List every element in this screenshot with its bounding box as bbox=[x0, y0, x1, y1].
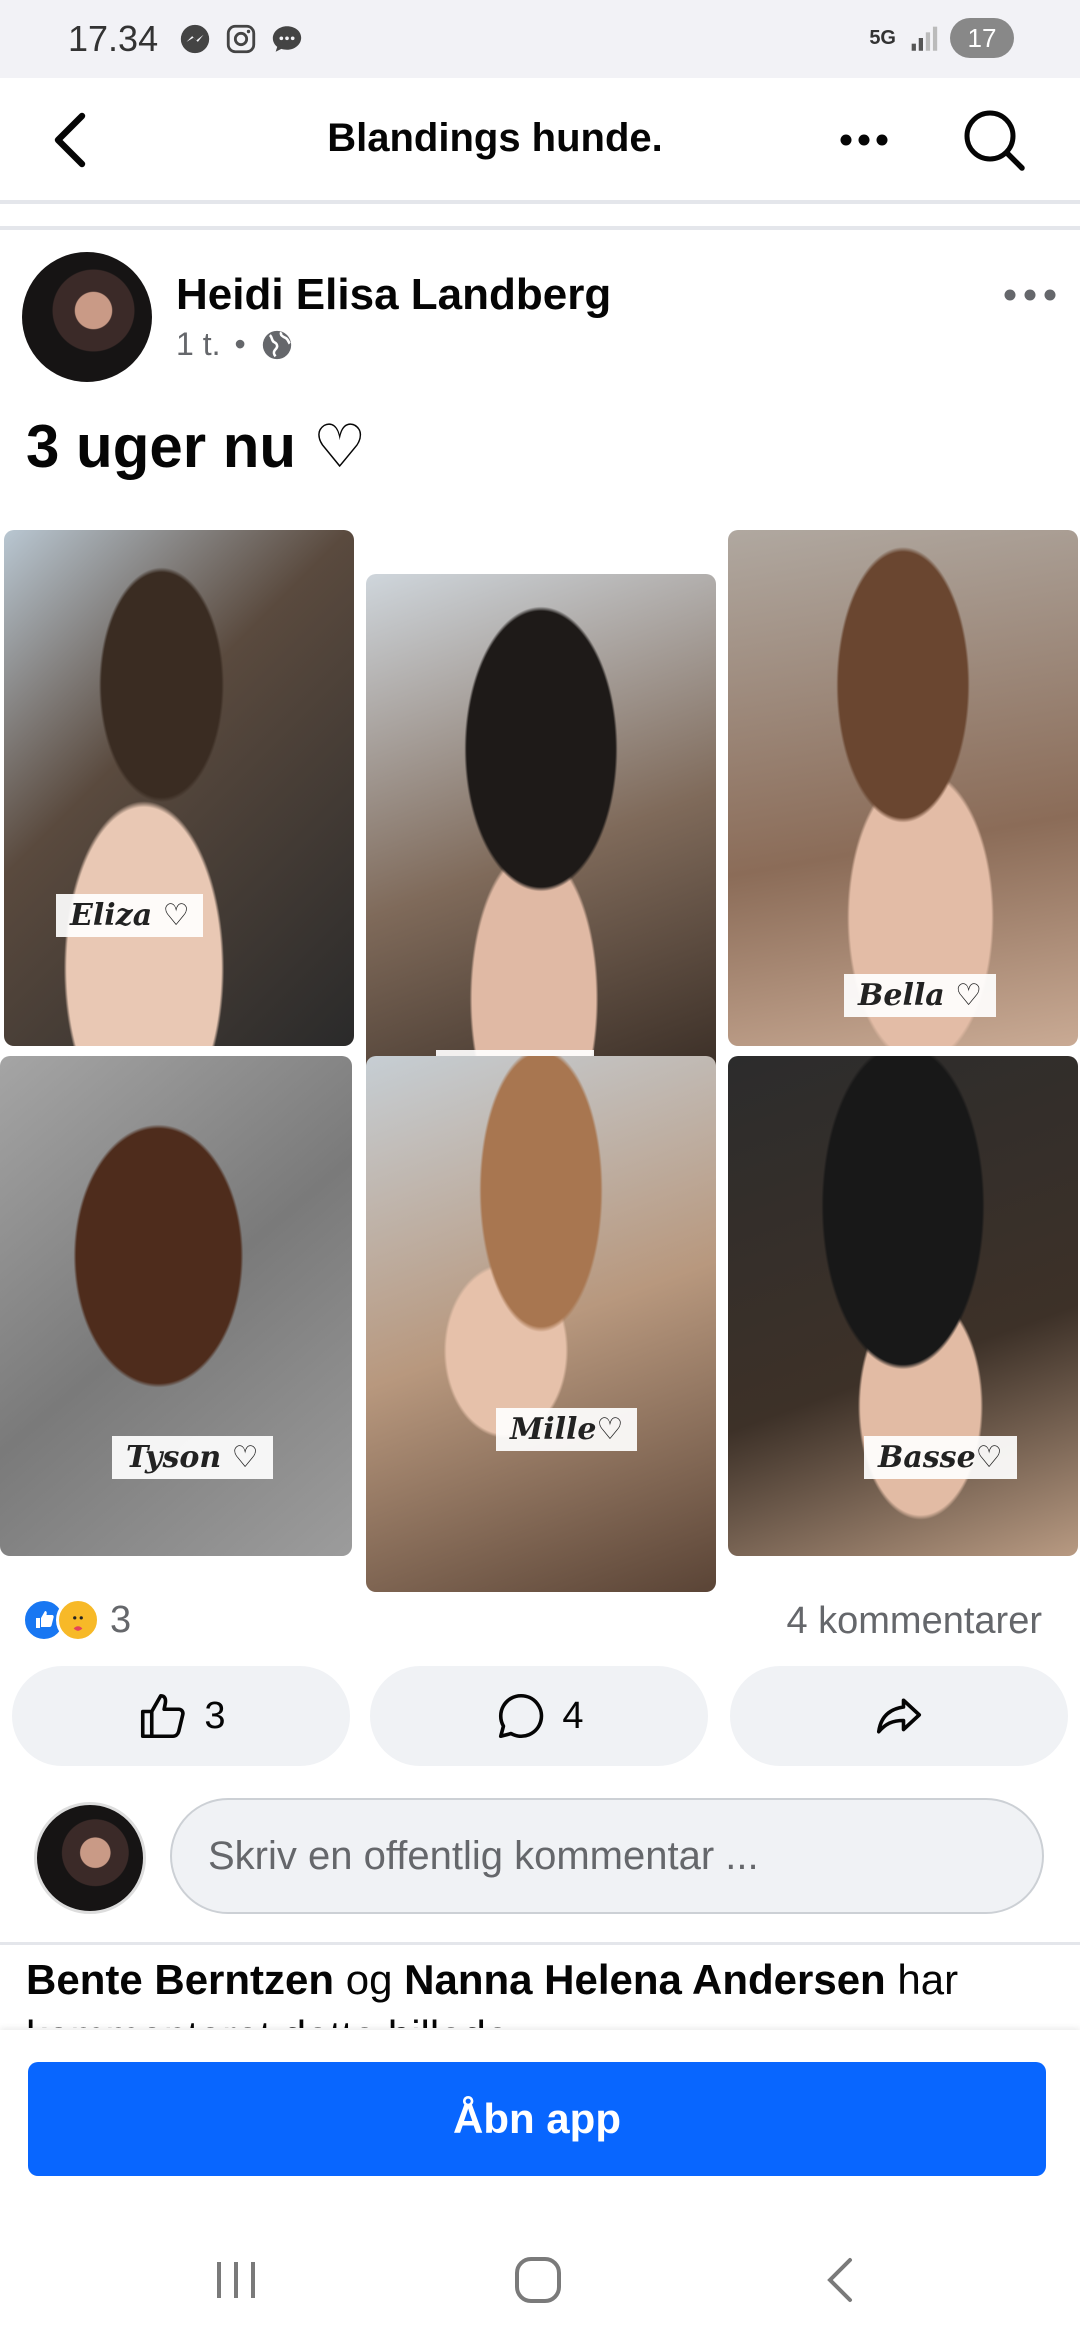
photo-label: Basse♡ bbox=[864, 1436, 1017, 1479]
post-text: 3 uger nu ♡ bbox=[26, 413, 367, 480]
more-dots-icon bbox=[840, 134, 888, 146]
like-count: 3 bbox=[204, 1694, 226, 1737]
system-nav-bar bbox=[0, 2220, 1080, 2340]
battery-indicator: 17 bbox=[950, 18, 1014, 58]
puppy-photo[interactable]: Tyson ♡ bbox=[0, 1056, 352, 1556]
more-options-button[interactable] bbox=[832, 118, 896, 162]
photo-label: Eliza ♡ bbox=[56, 894, 204, 937]
messages-icon bbox=[272, 26, 302, 52]
reactions-summary[interactable]: 3 bbox=[22, 1598, 131, 1642]
status-time: 17.34 bbox=[68, 18, 159, 59]
commenters-joiner: og bbox=[345, 1956, 393, 2003]
search-button[interactable] bbox=[958, 104, 1030, 176]
comments-count[interactable]: 4 kommentarer bbox=[786, 1600, 1042, 1643]
post-meta: 1 t. • bbox=[176, 326, 294, 363]
thumbs-up-icon bbox=[141, 1693, 186, 1739]
puppy-photo[interactable]: Bella ♡ bbox=[728, 530, 1078, 1046]
status-right: 5G 17 bbox=[869, 18, 1014, 58]
meta-separator: • bbox=[234, 326, 246, 362]
photo-grid[interactable]: Eliza ♡ Aslan ♡ Bella ♡ Tyson ♡ Mille♡ B… bbox=[0, 530, 1080, 1592]
back-arrow-icon bbox=[827, 2258, 852, 2302]
photo-label: Bella ♡ bbox=[844, 974, 997, 1017]
instagram-icon bbox=[226, 24, 256, 54]
puppy-photo[interactable]: Aslan ♡ bbox=[366, 574, 716, 1074]
author-avatar[interactable] bbox=[22, 252, 152, 382]
commenters-summary[interactable]: Bente Berntzen og Nanna Helena Andersen … bbox=[26, 1952, 1066, 2028]
commenter-name[interactable]: Bente Berntzen bbox=[26, 1956, 334, 2003]
puppy-photo[interactable]: Eliza ♡ bbox=[4, 530, 354, 1046]
divider bbox=[0, 1942, 1080, 1945]
system-back-button[interactable] bbox=[808, 2248, 872, 2312]
puppy-photo[interactable]: Basse♡ bbox=[728, 1056, 1078, 1556]
globe-icon bbox=[262, 330, 291, 359]
recent-apps-button[interactable] bbox=[204, 2248, 268, 2312]
search-icon bbox=[964, 110, 1025, 171]
home-icon bbox=[515, 2257, 561, 2303]
comment-bubble-icon bbox=[499, 1693, 544, 1739]
home-button[interactable] bbox=[506, 2248, 570, 2312]
reaction-count: 3 bbox=[110, 1598, 132, 1641]
share-arrow-icon bbox=[876, 1698, 922, 1734]
photo-label: Mille♡ bbox=[496, 1408, 638, 1451]
top-bar: Blandings hunde. bbox=[0, 78, 1080, 204]
like-button[interactable]: 3 bbox=[12, 1666, 350, 1766]
status-app-icons bbox=[178, 22, 304, 56]
network-label: 5G bbox=[869, 27, 896, 49]
open-app-button[interactable]: Åbn app bbox=[28, 2062, 1046, 2176]
commenter-name[interactable]: Nanna Helena Andersen bbox=[404, 1956, 886, 2003]
post-options-button[interactable] bbox=[1000, 280, 1060, 310]
author-name[interactable]: Heidi Elisa Landberg bbox=[176, 270, 611, 320]
care-reaction-icon bbox=[56, 1598, 100, 1642]
comment-count: 4 bbox=[562, 1694, 584, 1737]
more-dots-icon bbox=[1004, 289, 1056, 301]
post-time[interactable]: 1 t. bbox=[176, 326, 220, 363]
comment-button[interactable]: 4 bbox=[370, 1666, 708, 1766]
status-bar: 17.34 5G 17 bbox=[0, 0, 1080, 78]
comment-placeholder: Skriv en offentlig kommentar ... bbox=[208, 1833, 759, 1878]
messenger-icon bbox=[180, 24, 210, 54]
photo-label: Tyson ♡ bbox=[112, 1436, 273, 1479]
user-avatar[interactable] bbox=[34, 1802, 146, 1914]
recent-apps-icon bbox=[217, 2262, 255, 2298]
comment-input[interactable]: Skriv en offentlig kommentar ... bbox=[170, 1798, 1044, 1914]
share-button[interactable] bbox=[730, 1666, 1068, 1766]
signal-icon bbox=[911, 26, 938, 51]
header-divider bbox=[0, 204, 1080, 230]
puppy-photo[interactable]: Mille♡ bbox=[366, 1056, 716, 1592]
